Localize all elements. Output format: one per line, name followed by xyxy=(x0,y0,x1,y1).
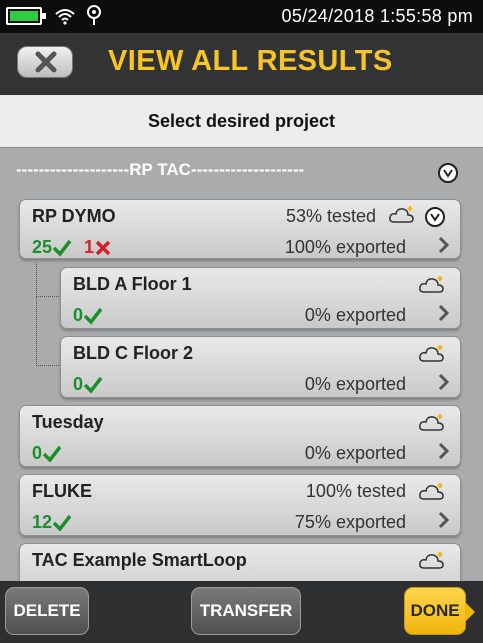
title-bar: VIEW ALL RESULTS xyxy=(0,33,483,95)
check-icon xyxy=(83,307,103,325)
pass-count: 0 xyxy=(32,443,62,464)
status-bar: 05/24/2018 1:55:58 pm xyxy=(0,0,483,33)
battery-icon xyxy=(6,7,46,25)
collapse-chevron-icon[interactable] xyxy=(424,206,446,228)
check-icon xyxy=(83,376,103,394)
chevron-right-icon xyxy=(438,236,450,254)
back-button[interactable] xyxy=(17,46,73,78)
project-name: Tuesday xyxy=(32,412,104,432)
project-card[interactable]: RP DYMO 53% tested 25 1 100% exported xyxy=(19,199,461,259)
cloud-sync-icon xyxy=(419,483,444,500)
project-card[interactable]: Tuesday 0 0% exported xyxy=(19,405,461,467)
chevron-right-icon xyxy=(438,373,450,391)
wifi-icon xyxy=(55,9,75,25)
exported-percent: 0% exported xyxy=(304,443,406,463)
chevron-right-icon xyxy=(438,442,450,460)
cloud-sync-icon xyxy=(419,276,444,293)
exported-percent: 0% exported xyxy=(304,374,406,394)
project-name: BLD A Floor 1 xyxy=(73,274,192,294)
project-card[interactable]: FLUKE 100% tested 12 75% exported xyxy=(19,474,461,536)
pass-count: 12 xyxy=(32,512,72,533)
tree-connector xyxy=(36,296,61,366)
datetime: 05/24/2018 1:55:58 pm xyxy=(281,6,473,26)
pass-count: 0 xyxy=(73,305,103,326)
check-icon xyxy=(52,239,72,257)
cloud-sync-icon xyxy=(419,552,444,569)
close-x-icon xyxy=(35,51,57,73)
cloud-sync-icon xyxy=(389,206,414,223)
chevron-right-icon xyxy=(438,511,450,529)
group-header: --------------------RP TAC--------------… xyxy=(16,160,305,179)
done-button[interactable]: DONE xyxy=(404,587,475,635)
delete-button[interactable]: DELETE xyxy=(5,587,89,635)
project-name: TAC Example SmartLoop xyxy=(32,550,247,570)
exported-percent: 75% exported xyxy=(294,512,406,532)
exported-percent: 100% exported xyxy=(284,237,406,257)
fail-count: 1 xyxy=(84,237,112,258)
project-card[interactable]: BLD C Floor 2 0 0% exported xyxy=(60,336,461,398)
check-icon xyxy=(42,445,62,463)
tree-connector xyxy=(36,262,61,297)
project-card[interactable]: BLD A Floor 1 0 0% exported xyxy=(60,267,461,329)
chevron-right-icon xyxy=(438,304,450,322)
project-name: BLD C Floor 2 xyxy=(73,343,193,363)
exported-percent: 0% exported xyxy=(304,305,406,325)
collapse-chevron-icon[interactable] xyxy=(437,162,459,184)
tested-percent: 53% tested xyxy=(285,206,376,226)
cloud-sync-icon xyxy=(419,414,444,431)
check-icon xyxy=(52,514,72,532)
cloud-sync-icon xyxy=(419,345,444,362)
pass-count: 25 xyxy=(32,237,72,258)
project-name: FLUKE xyxy=(32,481,92,501)
page-title: VIEW ALL RESULTS xyxy=(108,45,393,77)
project-name: RP DYMO xyxy=(32,206,116,226)
location-pin-icon xyxy=(87,5,101,25)
bottom-toolbar: DELETE TRANSFER DONE xyxy=(0,581,483,643)
x-icon xyxy=(95,240,111,255)
transfer-button[interactable]: TRANSFER xyxy=(191,587,301,635)
tested-percent: 100% tested xyxy=(305,481,406,501)
subtitle: Select desired project xyxy=(0,95,483,148)
done-label: DONE xyxy=(410,601,460,620)
pass-count: 0 xyxy=(73,374,103,395)
